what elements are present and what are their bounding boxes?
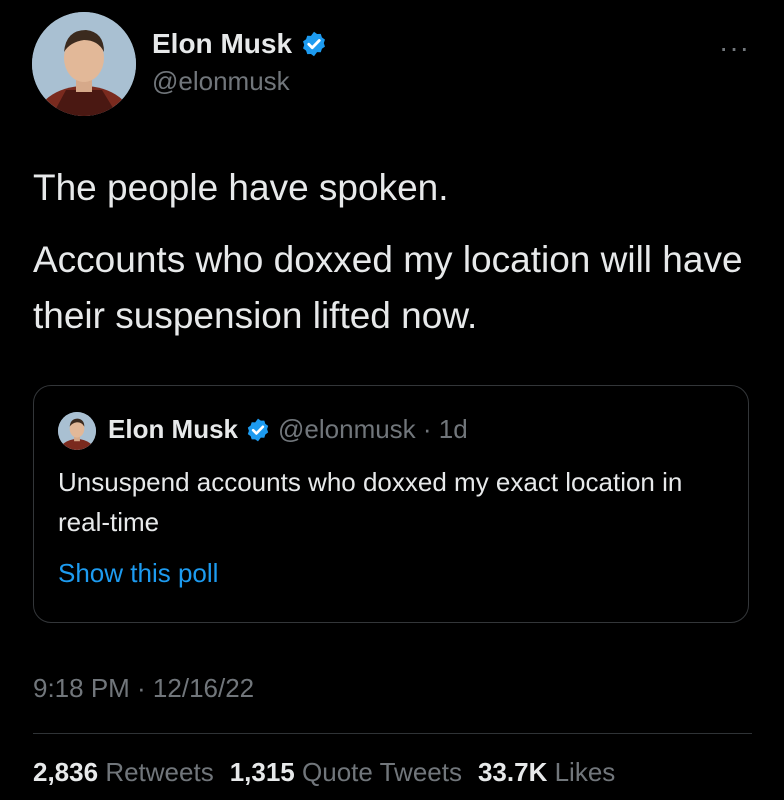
- author-name[interactable]: Elon Musk: [152, 28, 292, 60]
- more-horizontal-icon[interactable]: ···: [719, 32, 750, 64]
- quote-tweets-stat[interactable]: 1,315 Quote Tweets: [230, 757, 462, 788]
- quoted-tweet[interactable]: Elon Musk @elonmusk · 1d Unsuspend accou…: [33, 385, 749, 623]
- author-handle[interactable]: @elonmusk: [152, 66, 290, 97]
- likes-label: Likes: [554, 757, 616, 787]
- quotes-count: 1,315: [229, 757, 295, 787]
- quoted-author-name: Elon Musk: [108, 414, 239, 444]
- retweets-stat[interactable]: 2,836 Retweets: [33, 757, 214, 788]
- quoted-avatar[interactable]: [58, 412, 96, 450]
- show-poll-link[interactable]: Show this poll: [58, 558, 218, 589]
- avatar[interactable]: [32, 12, 136, 116]
- likes-stat[interactable]: 33.7K Likes: [478, 757, 615, 788]
- verified-badge-icon: [247, 418, 269, 441]
- divider: [33, 733, 752, 734]
- likes-count: 33.7K: [477, 757, 548, 787]
- quotes-label: Quote Tweets: [302, 757, 462, 787]
- tweet-text-line1: The people have spoken.: [33, 167, 449, 208]
- tweet-timestamp[interactable]: 9:18 PM · 12/16/22: [33, 673, 254, 704]
- retweets-label: Retweets: [105, 757, 214, 787]
- quoted-handle-time: @elonmusk · 1d: [278, 414, 468, 444]
- verified-badge-icon: [303, 31, 325, 57]
- tweet-text-line2: Accounts who doxxed my location will hav…: [33, 239, 743, 336]
- quoted-text: Unsuspend accounts who doxxed my exact l…: [58, 467, 683, 537]
- retweets-count: 2,836: [33, 757, 99, 787]
- engagement-stats: 2,836 Retweets 1,315 Quote Tweets 33.7K …: [33, 757, 631, 788]
